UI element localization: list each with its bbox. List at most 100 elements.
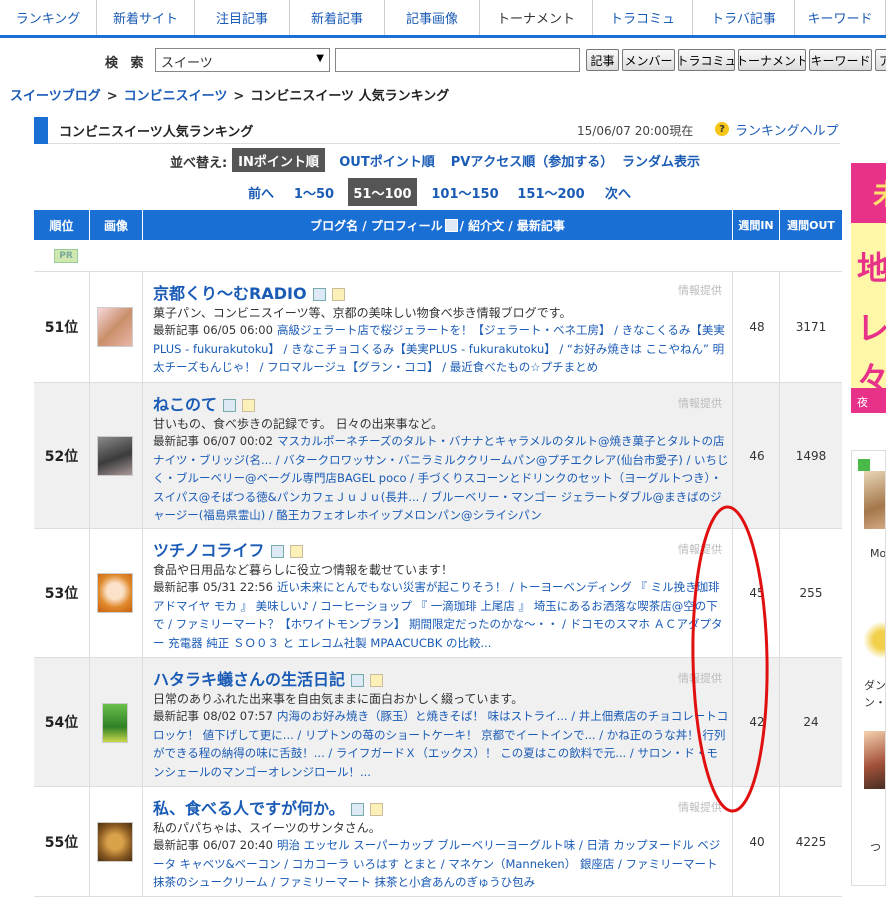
latest-articles: 最新記事 06/07 00:02 マスカルポーネチーズのタルト・バナナとキャラメルの… <box>153 434 729 522</box>
breadcrumb-sweets-blog[interactable]: スイーツブログ <box>10 89 101 104</box>
search-members-button[interactable]: メンバー <box>622 49 675 71</box>
search-input[interactable] <box>335 48 580 72</box>
pager-101-150[interactable]: 101～150 <box>424 178 506 206</box>
pager-next[interactable]: 次へ <box>597 178 639 206</box>
sort-random[interactable]: ランダム表示 <box>618 148 704 172</box>
side-thumbnail[interactable] <box>864 471 885 529</box>
tab-new-sites[interactable]: 新着サイト <box>97 0 195 35</box>
weekly-out-value: 4225 <box>795 835 827 849</box>
pager-1-50[interactable]: 1～50 <box>287 178 341 206</box>
blog-description: 日常のありふれた出来事を自由気ままに面白おかしく綴っています。 <box>153 692 524 706</box>
sort-in-points[interactable]: INポイント順 <box>232 148 325 172</box>
blog-thumbnail[interactable] <box>97 307 133 347</box>
col-rank: 順位 <box>34 210 90 240</box>
tab-trackback-articles[interactable]: トラバ記事 <box>693 0 795 35</box>
breadcrumb-separator: > <box>106 89 118 104</box>
tab-ranking[interactable]: ランキング <box>0 0 97 35</box>
search-articles-button[interactable]: 記事 <box>586 49 619 71</box>
bookmark-icon[interactable] <box>369 803 383 816</box>
tab-new-articles[interactable]: 新着記事 <box>290 0 385 35</box>
side-thumbnail[interactable] <box>864 611 885 669</box>
search-label: 検 索 <box>105 56 148 71</box>
tab-featured-articles[interactable]: 注目記事 <box>195 0 290 35</box>
latest-articles: 最新記事 06/05 06:00 高級ジェラート店で桜ジェラートを！【ジェラート・ベ… <box>153 323 725 374</box>
side-caption[interactable]: つ <box>870 839 881 855</box>
col-image: 画像 <box>90 210 143 240</box>
pager-151-200[interactable]: 151～200 <box>512 178 590 206</box>
profile-icon[interactable] <box>351 674 365 687</box>
side-caption[interactable]: ン・ <box>864 694 885 710</box>
blog-description: 甘いもの、食べ歩きの記録です。 日々の出来事など。 <box>153 417 444 431</box>
side-list-marker <box>858 459 870 471</box>
weekly-in-value: 40 <box>749 835 765 849</box>
profile-icon[interactable] <box>270 545 284 558</box>
col-blog-desc: / 紹介文 / 最新記事 <box>459 218 565 233</box>
weekly-in-value: 45 <box>749 586 765 600</box>
blog-description: 私のパパちゃは、スイーツのサンタさん。 <box>153 821 381 835</box>
ranking-header: コンビニスイーツ人気ランキング 15/06/07 20:00現在 ? ランキング… <box>34 117 840 144</box>
side-ad-banner[interactable]: 未 地 レ 々 夜 <box>851 163 886 413</box>
blog-thumbnail[interactable] <box>102 703 128 743</box>
category-select[interactable]: スイーツ ▼ <box>155 48 330 72</box>
pager-51-100[interactable]: 51～100 <box>348 178 417 206</box>
tab-torakomyu[interactable]: トラコミュ <box>593 0 693 35</box>
bookmark-icon[interactable] <box>331 288 345 301</box>
bookmark-icon[interactable] <box>289 545 303 558</box>
weekly-out-value: 3171 <box>795 320 827 334</box>
tab-keyword[interactable]: キーワード <box>795 0 886 35</box>
info-provided-label: 情報提供 <box>678 672 722 685</box>
col-weekly-out: 週間OUT <box>787 219 835 232</box>
sort-pv-access[interactable]: PVアクセス順（参加する） <box>449 148 615 172</box>
pr-row: PR <box>34 240 842 272</box>
category-select-value: スイーツ <box>161 56 213 71</box>
rank-number: 51位 <box>44 320 79 336</box>
side-caption[interactable]: ダン <box>864 677 885 693</box>
top-nav: ランキング 新着サイト 注目記事 新着記事 記事画像 トーナメント トラコミュ … <box>0 0 886 38</box>
blog-thumbnail[interactable] <box>97 822 133 862</box>
blog-title-link[interactable]: ツチノコライフ <box>153 537 303 561</box>
blog-title-link[interactable]: 京都くり～むRADIO <box>153 280 345 304</box>
bookmark-icon[interactable] <box>370 674 384 687</box>
profile-icon[interactable] <box>350 803 364 816</box>
sort-out-points[interactable]: OUTポイント順 <box>333 148 441 172</box>
tab-article-images[interactable]: 記事画像 <box>385 0 480 35</box>
blog-description: 菓子パン、コンビニスイーツ等、京都の美味しい物食べ歩き情報ブログです。 <box>153 306 572 320</box>
breadcrumb-convenience-sweets[interactable]: コンビニスイーツ <box>124 89 228 104</box>
pr-badge[interactable]: PR <box>54 249 78 263</box>
table-row: 53位 ツチノコライフ 情報提供 食品や日用品など暮らしに役立つ情報を載せていま… <box>34 529 842 658</box>
blog-title-link[interactable]: ねこのて <box>153 391 256 415</box>
col-blog-name: ブログ名 / プロフィール <box>310 218 443 233</box>
ranking-title: コンビニスイーツ人気ランキング <box>59 125 254 140</box>
side-caption[interactable]: Mo <box>870 547 885 560</box>
blog-thumbnail[interactable] <box>97 436 133 476</box>
blog-thumbnail[interactable] <box>97 573 133 613</box>
side-thumbnail[interactable] <box>864 731 885 789</box>
blog-description: 食品や日用品など暮らしに役立つ情報を載せています！ <box>153 563 454 577</box>
profile-icon <box>444 218 458 232</box>
table-row: 51位 京都くり～むRADIO 情報提供 菓子パン、コンビニスイーツ等、京都の美… <box>34 272 842 383</box>
search-keyword-button[interactable]: キーワード <box>809 49 872 71</box>
col-weekly-in: 週間IN <box>733 210 780 240</box>
profile-icon[interactable] <box>312 288 326 301</box>
profile-icon[interactable] <box>223 399 237 412</box>
blog-title-link[interactable]: ハタラキ蟻さんの生活日記 <box>153 666 384 690</box>
latest-articles: 最新記事 05/31 22:56 近い未来にとんでもない災害が起こりそう！ / トー… <box>153 580 723 650</box>
search-tournament-button[interactable]: トーナメント <box>738 49 806 71</box>
pager-prev[interactable]: 前へ <box>240 178 282 206</box>
table-row: 52位 ねこのて 情報提供 甘いもの、食べ歩きの記録です。 日々の出来事など。 … <box>34 383 842 529</box>
info-provided-label: 情報提供 <box>678 801 722 814</box>
bookmark-icon[interactable] <box>242 399 256 412</box>
blog-title-link[interactable]: 私、食べる人ですが何か。 <box>153 795 383 819</box>
side-list: Mo ダン ン・ つ <box>851 450 886 886</box>
weekly-in-value: 42 <box>749 715 765 729</box>
search-more-button[interactable]: ア <box>875 49 886 71</box>
ranking-help-link[interactable]: ランキングヘルプ <box>735 120 839 139</box>
rank-number: 55位 <box>44 835 79 851</box>
tab-tournament[interactable]: トーナメント <box>480 0 593 35</box>
search-torakomyu-button[interactable]: トラコミュ <box>678 49 735 71</box>
pagination: 前へ 1～50 51～100 101～150 151～200 次へ <box>0 178 886 206</box>
rank-number: 53位 <box>44 586 79 602</box>
header-accent-bar <box>34 117 48 144</box>
weekly-out-value: 24 <box>803 715 819 729</box>
table-row: 55位 私、食べる人ですが何か。 情報提供 私のパパちゃは、スイーツのサンタさん… <box>34 787 842 897</box>
